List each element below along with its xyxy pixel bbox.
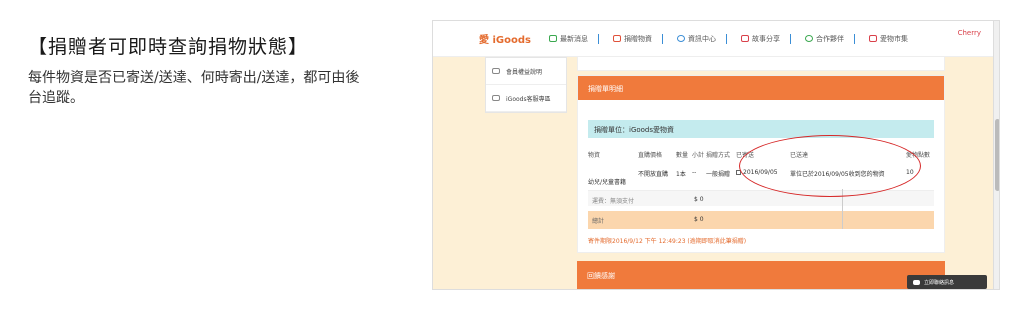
slide-description: 每件物資是否已寄送/送達、何時寄出/送達，都可由後台追蹤。: [28, 70, 360, 106]
gift-icon: [613, 35, 621, 42]
feedback-panel-heading: 回饋感謝: [577, 261, 945, 289]
info-icon: [677, 35, 685, 42]
expiry-note: 寄件期限2016/9/12 下午 12:49:23 (逾期即取消此筆捐贈): [588, 238, 747, 245]
nav-news[interactable]: 最新消息: [549, 34, 588, 44]
nav-market[interactable]: 愛物市集: [869, 34, 908, 44]
previous-panel-bottom: [577, 57, 945, 71]
nav-stories[interactable]: 故事分享: [741, 34, 780, 44]
news-icon: [549, 35, 557, 42]
support-icon: [492, 95, 500, 101]
sidemenu-support[interactable]: iGoods客服專區: [486, 85, 566, 112]
site-logo[interactable]: 愛 iGoods: [479, 31, 535, 46]
panel-heading: 捐贈單明細: [578, 76, 944, 100]
website-screenshot: 愛 iGoods 最新消息 捐贈物資 資訊中心 故事分享 合作夥伴 愛物市集 C…: [432, 20, 1000, 290]
scrollbar[interactable]: [993, 21, 999, 289]
member-icon: [492, 68, 500, 74]
sidemenu-member-rights[interactable]: 會員權益說明: [486, 58, 566, 85]
donor-unit: 捐贈單位：iGoods愛物資: [588, 120, 934, 138]
heart-icon: [869, 35, 877, 42]
slide-title: 【捐贈者可即時查詢捐物狀態】: [28, 36, 309, 58]
top-nav: 愛 iGoods 最新消息 捐贈物資 資訊中心 故事分享 合作夥伴 愛物市集 C…: [433, 21, 993, 57]
chat-button[interactable]: 立即聯絡訊息: [907, 275, 987, 289]
side-menu: 會員權益說明 iGoods客服專區: [485, 57, 567, 113]
book-icon: [741, 35, 749, 42]
total-row: 總計 $ 0: [588, 211, 934, 229]
highlight-ellipse: [739, 135, 921, 197]
nav-partners[interactable]: 合作夥伴: [805, 34, 844, 44]
chat-icon: [913, 279, 920, 285]
user-name[interactable]: Cherry: [958, 29, 981, 37]
shipping-row: 運費：無須支付 $ 0: [588, 190, 934, 206]
nav-info[interactable]: 資訊中心: [677, 34, 716, 44]
scroll-thumb[interactable]: [995, 119, 999, 191]
nav-donate[interactable]: 捐贈物資: [613, 34, 652, 44]
partner-icon: [805, 35, 813, 42]
